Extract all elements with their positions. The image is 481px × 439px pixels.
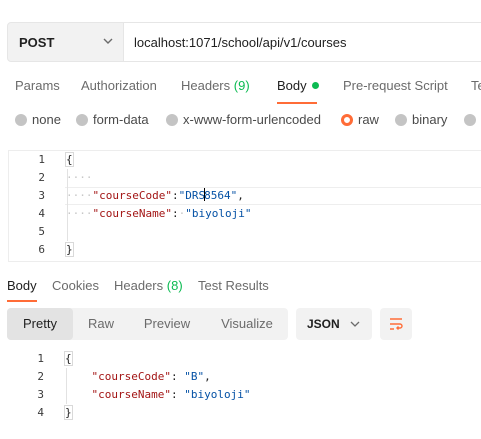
- radio-icon: [76, 114, 88, 126]
- line-number: 3: [37, 388, 44, 401]
- radio-binary-label: binary: [412, 112, 448, 127]
- pretty-button[interactable]: Pretty: [7, 308, 73, 340]
- tab-test-results[interactable]: Test Results: [198, 278, 269, 293]
- radio-icon: [464, 114, 476, 126]
- json-string: "biyoloji": [185, 207, 252, 220]
- request-tabs: Params Authorization Headers (9) Body Pr…: [0, 76, 481, 106]
- url-text: localhost:1071/school/api/v1/courses: [134, 35, 347, 50]
- body-type-radios: none form-data x-www-form-urlencoded raw…: [0, 112, 481, 130]
- radio-none-label: none: [32, 112, 61, 127]
- response-tabs: Body Cookies Headers (8) Test Results: [0, 276, 481, 302]
- radio-none[interactable]: none: [15, 112, 61, 127]
- request-body-editor[interactable]: 1 { 2 ···· 3 ····"courseCode":"DRS8564",…: [8, 150, 481, 262]
- line-number: 4: [37, 406, 44, 419]
- open-brace: {: [64, 351, 73, 366]
- tab-headers-count: (9): [233, 78, 250, 93]
- tab-headers-label: Headers: [181, 78, 231, 93]
- radio-raw[interactable]: raw: [341, 112, 379, 127]
- code-line: 2 ····: [9, 169, 481, 187]
- tab-pre-request-script-label: Pre-request Script: [343, 78, 448, 93]
- close-brace: }: [64, 405, 73, 420]
- json-key: "courseCode": [92, 189, 172, 202]
- radio-raw-label: raw: [358, 112, 379, 127]
- line-number: 4: [38, 207, 45, 220]
- line-number: 2: [37, 370, 44, 383]
- tab-params-label: Params: [15, 78, 60, 93]
- url-input[interactable]: localhost:1071/school/api/v1/courses: [124, 22, 481, 62]
- tab-params[interactable]: Params: [15, 78, 60, 93]
- json-colon: :: [171, 189, 179, 202]
- raw-button[interactable]: Raw: [75, 308, 127, 340]
- preview-button[interactable]: Preview: [131, 308, 203, 340]
- status-dot-icon: [311, 82, 319, 89]
- code-line: 3 ····"courseCode":"DRS8564",: [9, 187, 481, 205]
- response-body-viewer[interactable]: 1 { 2 "courseCode": "B", 3 "courseName":…: [8, 350, 481, 428]
- json-key: "courseName": [92, 207, 172, 220]
- radio-urlencoded[interactable]: x-www-form-urlencoded: [166, 112, 321, 127]
- radio-graphql[interactable]: [464, 112, 481, 127]
- chevron-down-icon: [350, 321, 360, 327]
- json-string: "DRS: [178, 189, 206, 202]
- tab-tests[interactable]: Te: [471, 78, 481, 93]
- tab-response-headers-count: (8): [166, 278, 183, 293]
- top-strip: [0, 0, 481, 8]
- json-string: "B": [184, 370, 205, 383]
- tab-tests-label: Te: [471, 78, 481, 93]
- close-brace: }: [65, 242, 74, 257]
- active-tab-indicator: [7, 300, 37, 302]
- radio-icon: [395, 114, 407, 126]
- radio-selected-icon: [341, 114, 353, 126]
- code-line: 3 "courseName": "biyoloji": [8, 386, 481, 404]
- code-line: 5: [9, 223, 481, 241]
- tab-body-label: Body: [277, 78, 307, 93]
- tab-headers[interactable]: Headers (9): [181, 78, 250, 93]
- json-string: 8564": [204, 189, 238, 202]
- tab-authorization-label: Authorization: [81, 78, 157, 93]
- radio-binary[interactable]: binary: [395, 112, 447, 127]
- open-brace: {: [65, 152, 74, 167]
- line-number: 6: [38, 243, 45, 256]
- radio-icon: [166, 114, 178, 126]
- code-line: 2 "courseCode": "B",: [8, 368, 481, 386]
- tab-pre-request-script[interactable]: Pre-request Script: [343, 78, 448, 93]
- code-line: 1 {: [8, 350, 481, 368]
- line-number: 5: [38, 225, 45, 238]
- tab-body[interactable]: Body: [277, 78, 319, 93]
- json-string: "biyoloji": [184, 388, 251, 401]
- code-line: 6 }: [9, 241, 481, 259]
- json-colon: :: [171, 207, 179, 220]
- visualize-button[interactable]: Visualize: [207, 308, 287, 340]
- whitespace-marker: ····: [66, 171, 93, 184]
- code-line: 4 ····"courseName":·"biyoloji": [9, 205, 481, 223]
- code-line: 1 {: [9, 151, 481, 169]
- line-number: 3: [38, 189, 45, 202]
- line-number: 2: [38, 171, 45, 184]
- format-label: JSON: [307, 317, 340, 331]
- response-view-modes: Pretty Raw Preview Visualize: [7, 308, 288, 340]
- format-select[interactable]: JSON: [296, 308, 372, 340]
- json-key: "courseName": [91, 388, 171, 401]
- tab-cookies[interactable]: Cookies: [52, 278, 99, 293]
- active-tab-indicator: [277, 102, 317, 104]
- line-number: 1: [38, 153, 45, 166]
- wrap-lines-button[interactable]: [380, 308, 412, 340]
- tab-authorization[interactable]: Authorization: [81, 78, 157, 93]
- radio-urlencoded-label: x-www-form-urlencoded: [183, 112, 321, 127]
- code-line: 4 }: [8, 404, 481, 422]
- method-label: POST: [19, 35, 55, 50]
- tab-response-body[interactable]: Body: [7, 278, 37, 293]
- method-select[interactable]: POST: [7, 22, 124, 62]
- wrap-lines-icon: [390, 318, 403, 330]
- radio-icon: [15, 114, 27, 126]
- radio-form-data[interactable]: form-data: [76, 112, 149, 127]
- json-key: "courseCode": [91, 370, 171, 383]
- tab-response-headers-label: Headers: [114, 278, 164, 293]
- chevron-down-icon: [103, 38, 113, 44]
- request-bar: POST localhost:1071/school/api/v1/course…: [7, 22, 481, 62]
- radio-form-data-label: form-data: [93, 112, 149, 127]
- line-number: 1: [37, 352, 44, 365]
- json-comma: ,: [237, 189, 244, 202]
- tab-response-headers[interactable]: Headers (8): [114, 278, 183, 293]
